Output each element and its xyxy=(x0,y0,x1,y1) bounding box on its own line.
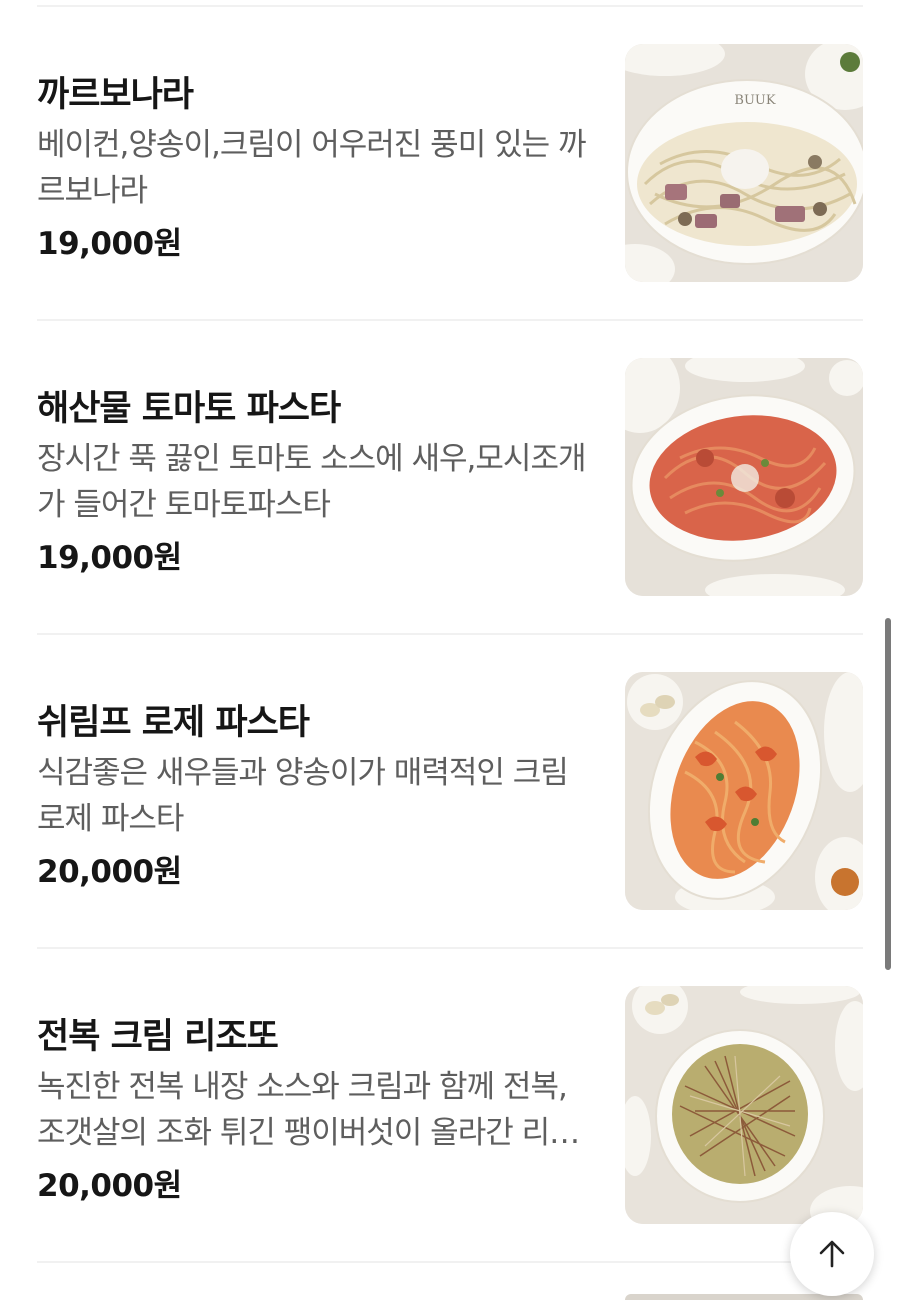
divider xyxy=(37,319,863,321)
menu-item-price: 19,000원 xyxy=(37,540,182,576)
plate-logo: BUUK xyxy=(734,93,775,108)
divider xyxy=(37,1261,863,1263)
scrollbar[interactable] xyxy=(885,618,891,970)
menu-item-description: 녹진한 전복 내장 소스와 크림과 함께 전복,조갯살의 조화 튀긴 팽이버섯이… xyxy=(37,1069,578,1151)
menu-item-name: 전복 크림 리조또 xyxy=(37,1017,279,1057)
menu-item-price: 19,000원 xyxy=(37,226,182,262)
menu-item-name: 해산물 토마토 파스타 xyxy=(37,389,341,429)
menu-item-description: 식감좋은 새우들과 양송이가 매력적인 크림 로제 파스타 xyxy=(37,755,569,837)
menu-item-description: 장시간 푹 끓인 토마토 소스에 새우,모시조개가 들어간 토마토파스타 xyxy=(37,441,586,523)
menu-item-price: 20,000원 xyxy=(37,1168,182,1204)
menu-item-price: 20,000원 xyxy=(37,854,182,890)
arrow-up-icon xyxy=(819,1240,845,1268)
scroll-to-top-button[interactable] xyxy=(790,1212,874,1296)
divider xyxy=(37,633,863,635)
abalone-cream-risotto-photo[interactable] xyxy=(625,986,863,1224)
divider xyxy=(37,5,863,7)
shrimp-rose-pasta-photo[interactable] xyxy=(625,672,863,910)
menu-item-description: 베이컨,양송이,크림이 어우러진 풍미 있는 까르보나라 xyxy=(37,127,586,209)
divider xyxy=(37,947,863,949)
seafood-tomato-pasta-photo[interactable] xyxy=(625,358,863,596)
menu-item-name: 까르보나라 xyxy=(37,75,194,115)
menu-item-name: 쉬림프 로제 파스타 xyxy=(37,703,310,743)
carbonara-photo[interactable]: BUUK xyxy=(625,44,863,282)
menu-item-shrimp-rose-pasta[interactable]: 쉬림프 로제 파스타 식감좋은 새우들과 양송이가 매력적인 크림 로제 파스타… xyxy=(37,672,863,910)
menu-item-abalone-cream-risotto[interactable]: 전복 크림 리조또 녹진한 전복 내장 소스와 크림과 함께 전복,조갯살의 조… xyxy=(37,986,863,1224)
menu-item-seafood-tomato-pasta[interactable]: 해산물 토마토 파스타 장시간 푹 끓인 토마토 소스에 새우,모시조개가 들어… xyxy=(37,358,863,596)
menu-item-carbonara[interactable]: 까르보나라 베이컨,양송이,크림이 어우러진 풍미 있는 까르보나라 19,00… xyxy=(37,44,863,282)
